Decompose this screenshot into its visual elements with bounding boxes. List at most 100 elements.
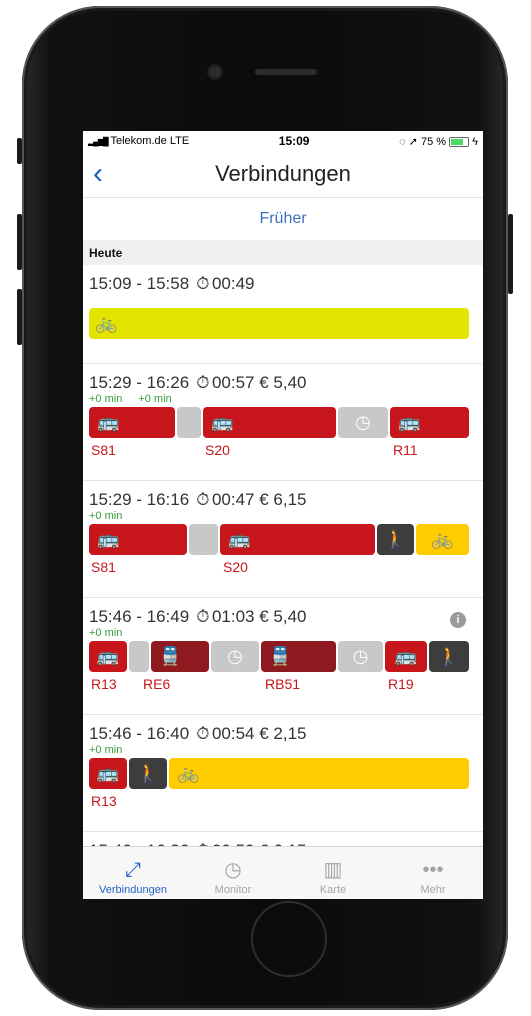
train-icon: 🚆 (269, 646, 292, 666)
line-label: R19 (388, 676, 414, 692)
bike-leg: 🚲 (416, 524, 469, 555)
connection-summary: 15:46 - 16:49 ⏱ 01:03 € 5,40 (89, 607, 307, 627)
bus-icon: 🚌 (97, 529, 120, 549)
euro-icon: € (259, 490, 269, 509)
section-header-today: Heute (83, 240, 483, 265)
train-leg: 🚆 (151, 641, 209, 672)
connection-summary: 15:29 - 16:16 ⏱ 00:47 € 6,15 (89, 490, 307, 510)
bus-icon: 🚌 (96, 763, 120, 783)
connection-duration: 00:54 (211, 724, 255, 743)
bus-leg: 🚌 (385, 641, 427, 672)
network-label: LTE (169, 135, 190, 147)
tab-monitor[interactable]: ◷ Monitor (183, 847, 283, 899)
bus-icon: 🚌 (211, 412, 234, 432)
walk-leg: 🚶 (429, 641, 469, 672)
chevron-right-icon: › (482, 522, 483, 540)
bus-leg: 🚌 (89, 758, 127, 789)
status-time: 15:09 (278, 134, 310, 148)
delay-arrival: +0 min (138, 393, 172, 405)
stopwatch-icon: ⏱ (196, 607, 210, 626)
walk-leg: 🚶 (129, 758, 167, 789)
route-icon: ⤢ (125, 859, 141, 881)
stopwatch-icon: ⏱ (196, 274, 210, 293)
page-title: Verbindungen (215, 161, 351, 186)
front-camera (209, 66, 221, 78)
delay-info: +0 min +0 min (89, 393, 188, 405)
line-label: S81 (91, 442, 116, 458)
tab-label: Monitor (214, 884, 252, 896)
more-icon: ••• (422, 859, 444, 881)
connection-times: 15:09 - 15:58 (89, 274, 190, 293)
bus-icon: 🚌 (97, 412, 120, 432)
map-icon: ▥ (323, 859, 343, 881)
line-label: R13 (91, 676, 117, 692)
bike-leg: 🚲 (169, 758, 469, 789)
line-label: RB51 (265, 676, 301, 692)
info-icon[interactable]: i (450, 612, 466, 628)
delay-departure: +0 min (89, 510, 123, 522)
bus-icon: 🚌 (398, 412, 421, 432)
euro-icon: € (259, 724, 269, 743)
connection-duration: 00:47 (211, 490, 255, 509)
nav-bar: ‹ Verbindungen (83, 151, 483, 198)
volume-up-button (17, 214, 22, 270)
clock-icon: ◷ (352, 646, 369, 666)
connection-times: 15:29 - 16:26 (89, 373, 190, 392)
connection-row[interactable]: 15:29 - 16:16 ⏱00:47 € 6,15 +0 min › 🚌 🚌… (83, 481, 483, 598)
connection-row[interactable]: 15:46 - 16:40 ⏱00:54 € 2,15 +0 min › 🚌 🚶… (83, 715, 483, 832)
transfer-leg (129, 641, 149, 672)
clock-icon: ◷ (224, 859, 242, 881)
connection-row[interactable]: 15:29 - 16:26 ⏱ 00:57 € 5,40 +0 min +0 min… (83, 364, 483, 481)
stopwatch-icon: ⏱ (196, 490, 210, 509)
tab-label: Verbindungen (99, 884, 167, 896)
connection-duration: 00:49 (211, 274, 255, 293)
connection-row[interactable]: 15:09 - 15:58 ⏱00:49 › 🚲 (83, 265, 483, 364)
bike-icon: 🚲 (431, 529, 454, 549)
wait-leg: ◷ (338, 641, 383, 672)
home-button[interactable] (251, 901, 327, 977)
bus-icon: 🚌 (96, 646, 120, 666)
connection-price: 6,15 (273, 490, 307, 509)
back-button[interactable]: ‹ (93, 157, 103, 191)
clock-icon: ◷ (355, 412, 371, 432)
mute-switch (17, 138, 22, 164)
stopwatch-icon: ⏱ (196, 373, 210, 392)
tab-bar: ⤢ Verbindungen ◷ Monitor ▥ Karte ••• Meh… (83, 846, 483, 899)
connection-summary: 15:29 - 16:26 ⏱ 00:57 € 5,40 (89, 373, 307, 393)
tab-mehr[interactable]: ••• Mehr (383, 847, 483, 899)
earlier-button[interactable]: Früher (83, 198, 483, 240)
connection-times: 15:29 - 16:16 (89, 490, 190, 509)
signal-icon: ▂▄▆█ (88, 137, 109, 146)
battery-icon (449, 136, 470, 147)
delay-info: +0 min (89, 510, 138, 522)
delay-departure: +0 min (89, 393, 123, 405)
delay-departure: +0 min (89, 744, 123, 756)
line-label: S20 (223, 559, 248, 575)
clock-icon: ◷ (227, 646, 243, 666)
bus-icon: 🚌 (394, 646, 418, 666)
walk-leg: 🚶 (377, 524, 414, 555)
bus-leg: 🚌 (390, 407, 469, 438)
power-button (508, 214, 513, 294)
connection-price: 2,15 (273, 724, 307, 743)
bus-leg: 🚌 (203, 407, 336, 438)
screen: ▂▄▆█ Telekom.de LTE 15:09 ◌ ➚ 75 % ϟ ‹ V… (83, 131, 483, 899)
connection-price: 5,40 (273, 607, 307, 626)
chevron-right-icon: › (482, 405, 483, 423)
phone-frame: ▂▄▆█ Telekom.de LTE 15:09 ◌ ➚ 75 % ϟ ‹ V… (17, 6, 513, 1010)
status-right: ◌ ➚ 75 % ϟ (399, 135, 478, 148)
train-leg: 🚆 (261, 641, 336, 672)
connection-summary: 15:46 - 16:40 ⏱ 00:54 € 2,15 (89, 724, 307, 744)
carrier-label: Telekom.de (110, 135, 167, 147)
tab-verbindungen[interactable]: ⤢ Verbindungen (83, 847, 183, 899)
earpiece-speaker (255, 69, 317, 75)
bus-icon: 🚌 (228, 529, 251, 549)
connection-row[interactable]: 15:46 - 16:49 ⏱01:03 € 5,40 i +0 min › 🚌… (83, 598, 483, 715)
connection-duration: 01:03 (211, 607, 255, 626)
chevron-right-icon: › (482, 306, 483, 324)
bus-leg: 🚌 (89, 407, 175, 438)
delay-info: +0 min (89, 627, 138, 639)
rotation-lock-icon: ◌ (399, 135, 406, 148)
tab-karte[interactable]: ▥ Karte (283, 847, 383, 899)
bus-leg: 🚌 (220, 524, 375, 555)
